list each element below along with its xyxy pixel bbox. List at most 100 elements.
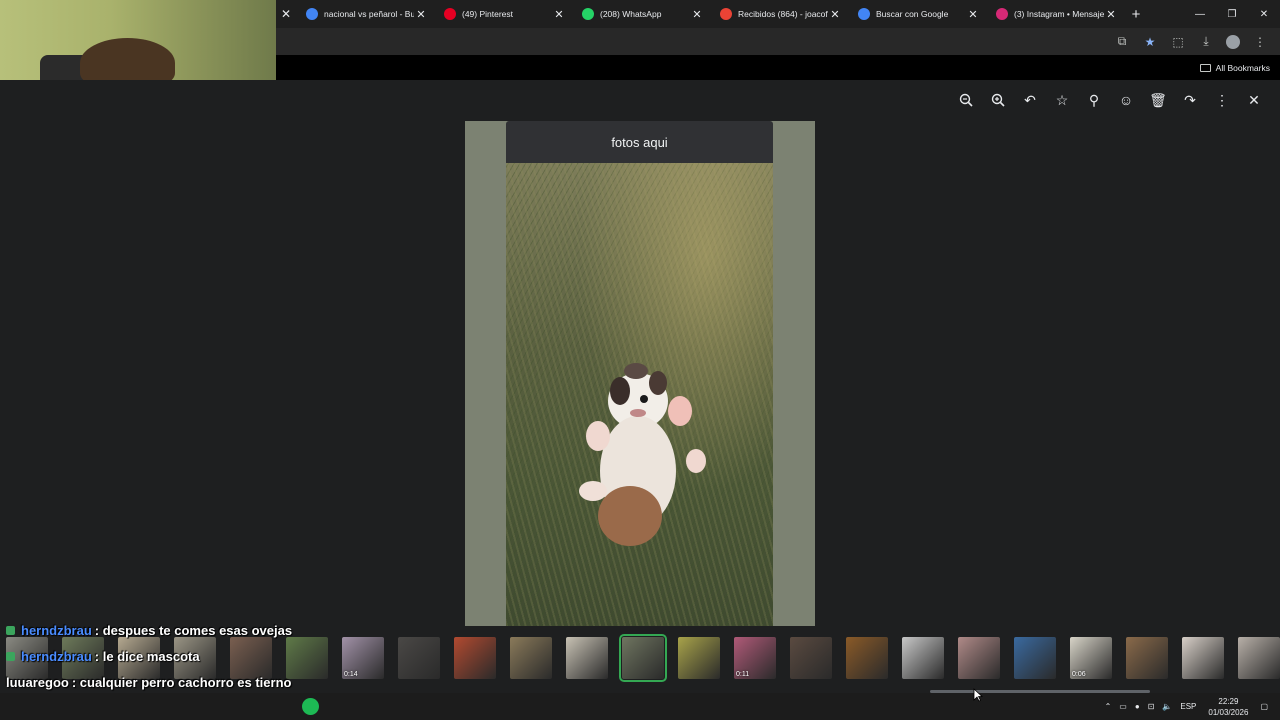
chat-badge-icon: [6, 625, 15, 635]
media-thumbnail[interactable]: [1182, 636, 1224, 679]
video-duration: 0:14: [344, 670, 358, 678]
chat-badge-icon: [6, 651, 15, 661]
close-icon[interactable]: ✕: [1238, 88, 1270, 112]
spotify-icon[interactable]: [302, 698, 319, 715]
puppy-image: [579, 363, 706, 546]
folder-icon: [1199, 63, 1211, 72]
tab-title: Buscar con Google: [876, 9, 949, 19]
star-icon[interactable]: ☆: [1046, 88, 1078, 112]
notifications-icon[interactable]: ▢: [1260, 702, 1268, 711]
download-icon[interactable]: ⤓: [1192, 31, 1220, 53]
volume-icon[interactable]: 🔈: [1162, 702, 1172, 711]
media-thumbnail[interactable]: 0:14: [342, 636, 384, 679]
network-icon[interactable]: ⊡: [1148, 702, 1155, 711]
reply-icon[interactable]: ↶: [1014, 88, 1046, 112]
browser-tab[interactable]: Recibidos (864) - joacofag ✕: [710, 0, 848, 28]
media-thumbnail[interactable]: [958, 636, 1000, 679]
media-thumbnail[interactable]: [566, 636, 608, 679]
pin-icon[interactable]: ⚲: [1078, 88, 1110, 112]
media-thumbnail[interactable]: [1014, 636, 1056, 679]
bookmarks-bar: All Bookmarks: [276, 55, 1280, 80]
profile-avatar[interactable]: [1226, 34, 1240, 49]
gmail-icon: [720, 8, 732, 20]
microphone-icon[interactable]: ●: [1135, 702, 1140, 711]
browser-tab[interactable]: (3) Instagram • Mensajes ✕: [986, 0, 1124, 28]
system-tray: ⌃ ▭ ● ⊡ 🔈 ESP 22:29 01/03/2026 ▢: [1101, 693, 1272, 720]
tab-close-icon[interactable]: ✕: [414, 8, 428, 21]
chat-message: luuaregoo: cualquier perro cachorro es t…: [6, 669, 336, 695]
tab-title: Recibidos (864) - joacofag: [738, 9, 828, 19]
clock-date: 01/03/2026: [1208, 707, 1249, 717]
tab-title: (49) Pinterest: [462, 9, 514, 19]
media-thumbnail[interactable]: [846, 636, 888, 679]
media-thumbnail[interactable]: [902, 636, 944, 679]
clock[interactable]: 22:29 01/03/2026: [1208, 696, 1248, 718]
mouse-cursor: [973, 688, 983, 702]
more-icon[interactable]: ⋮: [1206, 88, 1238, 112]
tab-title: nacional vs peñarol - Busca: [324, 9, 414, 19]
video-duration: 0:11: [736, 670, 750, 678]
chat-message: herndzbrau: le dice mascota: [6, 643, 336, 669]
photo-title: fotos aqui: [506, 121, 773, 163]
tab-close-icon[interactable]: ✕: [1104, 8, 1118, 21]
viewer-action-bar: ↶ ☆ ⚲ ☺ 🗑 ↷ ⋮ ✕: [950, 88, 1270, 112]
media-thumbnail[interactable]: [510, 636, 552, 679]
browser-toolbar: ⧉ ★ ⬚ ⤓ ⋮: [276, 28, 1280, 55]
browser-tab[interactable]: Buscar con Google ✕: [848, 0, 986, 28]
instagram-icon: [996, 8, 1008, 20]
pinterest-icon: [444, 8, 456, 20]
media-thumbnail[interactable]: 0:06: [1070, 636, 1112, 679]
windows-taskbar: [0, 693, 1280, 720]
google-icon: [858, 8, 870, 20]
forward-icon[interactable]: ↷: [1174, 88, 1206, 112]
language-indicator[interactable]: ESP: [1180, 702, 1196, 711]
tab-title: (3) Instagram • Mensajes: [1014, 9, 1104, 19]
new-tab-button[interactable]: +: [1124, 6, 1148, 23]
chat-username: herndzbrau: [21, 648, 92, 664]
window-close-icon[interactable]: ✕: [1248, 9, 1280, 20]
tab-close-icon[interactable]: ✕: [276, 7, 296, 21]
emoji-icon[interactable]: ☺: [1110, 88, 1142, 112]
tray-expand-icon[interactable]: ⌃: [1105, 702, 1112, 711]
chat-text: : cualquier perro cachorro es tierno: [71, 674, 292, 690]
grass-background: [506, 163, 773, 626]
tab-title: (208) WhatsApp: [600, 9, 662, 19]
chat-username: herndzbrau: [21, 622, 92, 638]
tab-close-icon[interactable]: ✕: [690, 8, 704, 21]
tab-close-icon[interactable]: ✕: [552, 8, 566, 21]
window-controls: — ❐ ✕: [1184, 9, 1280, 20]
all-bookmarks-link[interactable]: All Bookmarks: [1216, 63, 1270, 73]
browser-tab[interactable]: (49) Pinterest ✕: [434, 0, 572, 28]
media-thumbnail[interactable]: [398, 636, 440, 679]
media-thumbnail[interactable]: [1238, 636, 1280, 679]
media-thumbnail[interactable]: [1126, 636, 1168, 679]
media-thumbnail[interactable]: [790, 636, 832, 679]
restore-icon[interactable]: ❐: [1216, 9, 1248, 20]
bookmark-star-icon[interactable]: ★: [1136, 31, 1164, 53]
photo-display[interactable]: fotos aqui: [465, 121, 815, 626]
browser-tab[interactable]: nacional vs peñarol - Busca✕: [296, 0, 434, 28]
chat-text: : le dice mascota: [94, 648, 200, 664]
media-thumbnail[interactable]: [454, 636, 496, 679]
delete-icon[interactable]: 🗑: [1142, 88, 1174, 112]
media-thumbnail[interactable]: [619, 633, 667, 682]
tab-close-icon[interactable]: ✕: [966, 8, 980, 21]
chat-username: luuaregoo: [6, 674, 69, 690]
browser-tab-strip: ✕ nacional vs peñarol - Busca✕(49) Pinte…: [276, 0, 1280, 28]
browser-menu-icon[interactable]: ⋮: [1246, 31, 1274, 53]
media-thumbnail[interactable]: [678, 636, 720, 679]
cast-icon[interactable]: ⧉: [1108, 31, 1136, 53]
clock-time: 22:29: [1218, 696, 1239, 706]
media-thumbnail[interactable]: 0:11: [734, 636, 776, 679]
tab-close-icon[interactable]: ✕: [828, 8, 842, 21]
video-duration: 0:06: [1072, 670, 1086, 678]
extensions-icon[interactable]: ⬚: [1164, 31, 1192, 53]
browser-tab[interactable]: (208) WhatsApp ✕: [572, 0, 710, 28]
minimize-icon[interactable]: —: [1184, 9, 1216, 20]
zoom-out-icon[interactable]: [950, 88, 982, 112]
battery-icon[interactable]: ▭: [1119, 702, 1127, 711]
whatsapp-icon: [582, 8, 594, 20]
media-viewer: ↶ ☆ ⚲ ☺ 🗑 ↷ ⋮ ✕ fotos aqui: [0, 80, 1280, 626]
zoom-in-icon[interactable]: [982, 88, 1014, 112]
google-icon: [306, 8, 318, 20]
